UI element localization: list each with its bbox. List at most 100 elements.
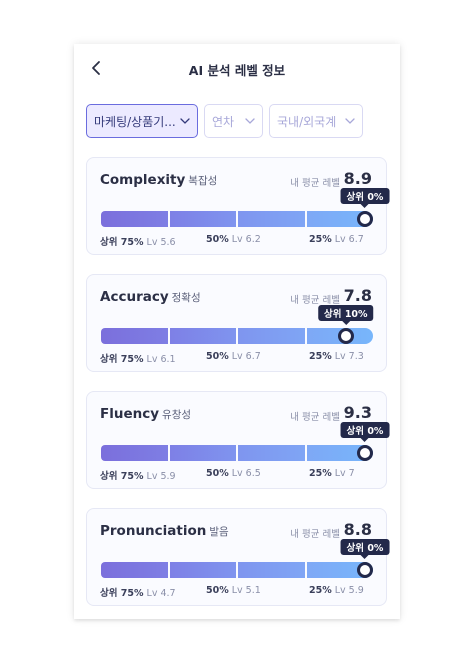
rank-tooltip: 상위 0% <box>340 539 390 559</box>
scale-percentile: 25% <box>309 234 332 245</box>
scale-percentile: 상위 75% <box>100 237 144 248</box>
scale-tick: 50% Lv 6.2 <box>206 234 261 245</box>
level-card: Complexity 복잡성 내 평균 레벨 8.9 상위 0% 상위 75% Lv… <box>86 157 390 255</box>
metric-name: Fluency 유창성 <box>100 406 191 422</box>
chevron-down-icon <box>180 118 190 124</box>
scale-level: Lv 6.1 <box>146 354 176 365</box>
bar-segment <box>238 445 305 461</box>
filter-label: 연차 <box>212 114 235 129</box>
phone-screen: AI 분석 레벨 정보 마케팅/상품기... 연차 국내/외국계 Complex… <box>74 44 400 619</box>
scale-tick: 50% Lv 6.5 <box>206 468 261 479</box>
app-header: AI 분석 레벨 정보 <box>74 44 400 96</box>
average-level-label: 내 평균 레벨 <box>290 412 340 423</box>
scale-tick: 25% Lv 5.9 <box>309 585 364 596</box>
scale-percentile: 25% <box>309 585 332 596</box>
level-bar <box>101 445 373 461</box>
bar-segment <box>169 328 236 344</box>
metric-subtitle: 유창성 <box>162 409 192 421</box>
metric-title: Pronunciation <box>100 523 207 539</box>
average-level-label: 내 평균 레벨 <box>290 178 340 189</box>
bar-segment <box>238 328 305 344</box>
scale-percentile: 상위 75% <box>100 471 144 482</box>
bar-segment <box>101 562 168 578</box>
scale-level: Lv 7.3 <box>334 351 364 362</box>
bar-segment <box>169 445 236 461</box>
level-bar <box>101 211 373 227</box>
average-level-value: 7.8 <box>343 286 372 305</box>
filter-years[interactable]: 연차 <box>204 104 263 138</box>
level-card: Pronunciation 발음 내 평균 레벨 8.8 상위 0% 상위 75%… <box>86 508 390 606</box>
level-card: Accuracy 정확성 내 평균 레벨 7.8 상위 10% 상위 75% Lv … <box>86 274 387 372</box>
average-level-label: 내 평균 레벨 <box>290 295 340 306</box>
metric-subtitle: 복잡성 <box>188 175 218 187</box>
scale-level: Lv 6.7 <box>231 351 261 362</box>
scale-tick: 상위 75% Lv 5.9 <box>100 468 176 482</box>
scale-level: Lv 6.7 <box>334 234 364 245</box>
scale-tick: 25% Lv 7 <box>309 468 355 479</box>
filter-label: 마케팅/상품기... <box>94 114 176 129</box>
level-marker[interactable] <box>357 211 373 227</box>
page-title: AI 분석 레벨 정보 <box>188 63 286 78</box>
scale-percentile: 상위 75% <box>100 588 144 599</box>
bar-segment <box>101 445 168 461</box>
scale-tick: 50% Lv 6.7 <box>206 351 261 362</box>
level-bar <box>101 562 373 578</box>
scale-level: Lv 5.9 <box>334 585 364 596</box>
scale-tick: 상위 75% Lv 4.7 <box>100 585 176 599</box>
scale-tick: 25% Lv 7.3 <box>309 351 364 362</box>
metric-subtitle: 발음 <box>209 526 229 538</box>
level-bar <box>101 328 373 344</box>
level-scale: 상위 75% Lv 5.9 50% Lv 6.5 25% Lv 7 <box>100 468 373 482</box>
average-level-value: 8.9 <box>343 169 372 188</box>
bar-segment <box>101 211 168 227</box>
level-scale: 상위 75% Lv 4.7 50% Lv 5.1 25% Lv 5.9 <box>100 585 373 599</box>
metric-name: Pronunciation 발음 <box>100 523 229 539</box>
scale-level: Lv 6.5 <box>231 468 261 479</box>
scale-percentile: 50% <box>206 234 229 245</box>
filter-label: 국내/외국계 <box>277 114 337 129</box>
rank-tooltip: 상위 0% <box>340 188 390 208</box>
scale-tick: 상위 75% Lv 6.1 <box>100 351 176 365</box>
metric-subtitle: 정확성 <box>171 292 201 304</box>
average-level-value: 8.8 <box>343 520 372 539</box>
scale-level: Lv 4.7 <box>146 588 176 599</box>
filter-job-category[interactable]: 마케팅/상품기... <box>86 104 198 138</box>
scale-percentile: 25% <box>309 351 332 362</box>
scale-percentile: 25% <box>309 468 332 479</box>
filter-bar: 마케팅/상품기... 연차 국내/외국계 <box>86 104 388 138</box>
scale-percentile: 상위 75% <box>100 354 144 365</box>
scale-level: Lv 5.9 <box>146 471 176 482</box>
metric-name: Complexity 복잡성 <box>100 172 217 188</box>
level-card: Fluency 유창성 내 평균 레벨 9.3 상위 0% 상위 75% Lv 5.… <box>86 391 390 489</box>
level-scale: 상위 75% Lv 5.6 50% Lv 6.2 25% Lv 6.7 <box>100 234 373 248</box>
bar-segment <box>169 211 236 227</box>
bar-segment <box>238 562 305 578</box>
metric-name: Accuracy 정확성 <box>100 289 201 305</box>
bar-segment <box>238 211 305 227</box>
scale-percentile: 50% <box>206 468 229 479</box>
rank-tooltip: 상위 10% <box>318 305 374 325</box>
rank-tooltip: 상위 0% <box>340 422 390 442</box>
level-marker[interactable] <box>357 445 373 461</box>
level-marker[interactable] <box>357 562 373 578</box>
metric-title: Accuracy <box>100 289 169 305</box>
level-marker[interactable] <box>337 328 354 344</box>
scale-level: Lv 5.6 <box>146 237 176 248</box>
scale-tick: 상위 75% Lv 5.6 <box>100 234 176 248</box>
scale-percentile: 50% <box>206 585 229 596</box>
average-level-label: 내 평균 레벨 <box>290 529 340 540</box>
scale-level: Lv 6.2 <box>231 234 261 245</box>
filter-company-type[interactable]: 국내/외국계 <box>269 104 363 138</box>
metric-title: Complexity <box>100 172 186 188</box>
metric-title: Fluency <box>100 406 160 422</box>
scale-level: Lv 7 <box>334 468 355 479</box>
bar-segment <box>101 328 168 344</box>
chevron-down-icon <box>345 118 355 124</box>
average-level-value: 9.3 <box>343 403 372 422</box>
chevron-down-icon <box>245 118 255 124</box>
bar-segment <box>169 562 236 578</box>
scale-level: Lv 5.1 <box>231 585 261 596</box>
scale-percentile: 50% <box>206 351 229 362</box>
scale-tick: 50% Lv 5.1 <box>206 585 261 596</box>
level-scale: 상위 75% Lv 6.1 50% Lv 6.7 25% Lv 7.3 <box>100 351 373 365</box>
